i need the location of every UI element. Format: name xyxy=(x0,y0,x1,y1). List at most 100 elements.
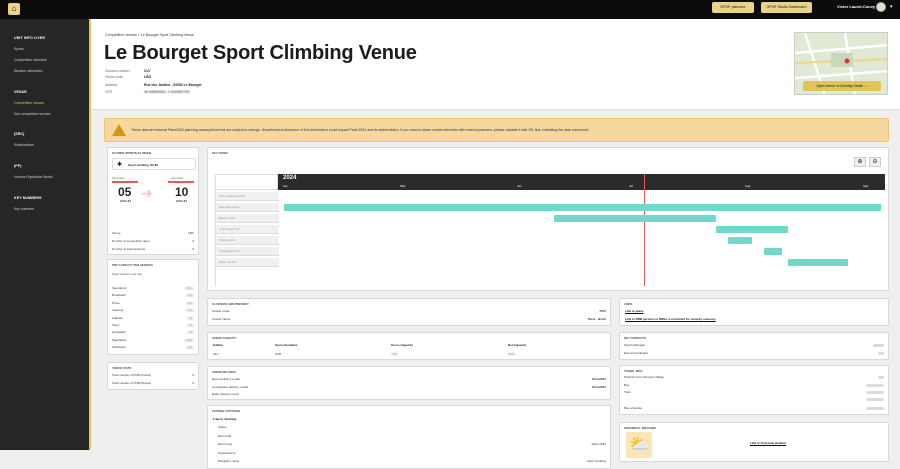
sidebar-item-competition-venues[interactable]: Competition venues xyxy=(14,101,44,105)
stat-row: Total number of FOB (blocks) 0 xyxy=(112,373,194,377)
sport-name: Sport climbing (CLB) xyxy=(128,163,158,167)
sidebar: UNIT INFO LIVER Sports Competition sched… xyxy=(0,19,91,450)
gantt-month: Jul xyxy=(629,184,633,188)
contact-row: Sports Manager · · · · · xyxy=(624,343,884,347)
sport-chip[interactable]: ✱ Sport climbing (CLB) xyxy=(112,158,196,170)
sidebar-section-header: (PP) xyxy=(14,164,22,168)
travel-info-card: Travel info Distance from Olympic Villag… xyxy=(619,365,889,415)
card-label: Key dates xyxy=(212,151,228,155)
gantt-header: 2024 Apr May Jun Jul Aug Sep xyxy=(215,174,885,190)
pnc-row: Athletes 68 xyxy=(112,315,194,320)
gantt-body: Non exclusive period Exclusive period Bump… xyxy=(215,174,885,286)
links-card: Links Link to plans Link to DRB (Access … xyxy=(619,298,889,326)
key-contacts-card: Key contacts Sports Manager · · · · · Eve… xyxy=(619,332,889,360)
capacity-cell: 7000 xyxy=(391,352,398,356)
gantt-bar[interactable] xyxy=(764,248,782,255)
event-row: Event title xyxy=(218,433,232,438)
avatar[interactable] xyxy=(876,2,886,12)
sidebar-item-sports[interactable]: Sports xyxy=(14,47,24,51)
capacity-header: Sport discipline xyxy=(275,343,298,347)
sidebar-item-key-numbers[interactable]: Key numbers xyxy=(14,207,34,211)
zoom-out-icon[interactable]: ⊖ xyxy=(869,157,881,167)
gantt-month: May xyxy=(400,184,406,188)
gantt-bar[interactable] xyxy=(554,215,716,222)
olympic-sports-card: Olympic sports at venue ✱ Sport climbing… xyxy=(107,147,199,255)
testing-activities-card: Testing activities ▾ Sport climbing Stat… xyxy=(207,405,611,469)
capacity-header: Gross Capacity xyxy=(391,343,414,347)
warning-banner: These data are internal Paris2024 planni… xyxy=(104,118,889,142)
today-line xyxy=(644,174,645,286)
sidebar-section-header: KEY NUMBERS xyxy=(14,196,42,200)
pnc-subtitle: Peak sessions per day xyxy=(112,272,143,276)
gantt-row-label: Bump-out OLY xyxy=(216,258,279,267)
card-label: Testing activities xyxy=(212,409,241,413)
gantt-bar[interactable] xyxy=(284,204,881,211)
first-date-label: First date xyxy=(112,176,125,180)
top-bar: ⌂ OPOF planneur OPOF Studio Dashboard Vi… xyxy=(0,0,900,19)
arrow-right-icon: ➜ xyxy=(141,185,153,201)
home-icon[interactable]: ⌂ xyxy=(8,3,20,15)
card-label: Historical weather xyxy=(624,426,656,430)
gantt-bar[interactable] xyxy=(716,226,788,233)
breadcrumb[interactable]: Competition venues > Le Bourget Sport Cl… xyxy=(105,33,194,37)
sidebar-item-population-model[interactable]: Venues Population Model xyxy=(14,175,52,179)
gantt-bar[interactable] xyxy=(788,259,848,266)
event-sport[interactable]: ▾ Sport climbing xyxy=(213,417,236,421)
chevron-down-icon[interactable]: ▾ xyxy=(890,4,893,10)
card-label: Venue stats xyxy=(112,366,132,370)
contact-row: Event Coordinator · · xyxy=(624,351,884,355)
warning-icon xyxy=(112,124,126,136)
sidebar-section-header: UNIT INFO LIVER xyxy=(14,36,46,40)
sidebar-item-competition-schedule[interactable]: Competition schedule xyxy=(14,58,47,62)
delivery-row: Event delivery model Paris2024 xyxy=(212,377,606,381)
card-label: PNC capacity per session xyxy=(112,263,153,267)
pnc-row: Team 10 xyxy=(112,323,194,327)
weather-link[interactable]: Link to historical weather xyxy=(750,441,786,445)
sidebar-item-session-schedules[interactable]: Session schedules xyxy=(14,69,42,73)
travel-row: Bus · · · · · · · · · xyxy=(624,383,884,387)
delivery-row: Entity delivery name xyxy=(212,392,240,396)
stat-row: Number of competition days 6 xyxy=(112,239,194,243)
card-label: Clusters and precinct xyxy=(212,302,249,306)
pnc-row: Catering 750 xyxy=(112,308,194,313)
stat-row: Number of total sessions 6 xyxy=(112,247,194,251)
gantt-year: 2024 xyxy=(283,175,297,181)
pnc-row: Press 200 xyxy=(112,300,194,305)
cluster-card: Clusters and precinct Cluster Code PRC Cl… xyxy=(207,298,611,326)
pnc-row: Hospitality 38 xyxy=(112,330,194,335)
venue-header: Competition venues > Le Bourget Sport Cl… xyxy=(91,19,900,110)
main-content: Competition venues > Le Bourget Sport Cl… xyxy=(91,19,900,469)
gantt-bar[interactable] xyxy=(728,237,752,244)
open-map-button[interactable]: Open venue in OneMap Studio → xyxy=(803,81,881,91)
weather-icon: ⛅ xyxy=(626,432,652,458)
pnc-row: Broadcast 450 xyxy=(112,293,194,298)
travel-row: Bus schedule · · · · · · · · · xyxy=(624,406,884,410)
last-date-label: Last date xyxy=(171,176,184,180)
link-drb[interactable]: Link to DRB (Access to DRBs is restricte… xyxy=(625,317,716,321)
user-name: Victor Lauret-Couvy xyxy=(837,4,876,9)
sidebar-item-stakeholders[interactable]: Stakeholders xyxy=(14,143,34,147)
zoom-in-icon[interactable]: ⊕ xyxy=(854,157,866,167)
gantt-row-label: Competition OLY xyxy=(216,247,279,256)
card-label: Links xyxy=(624,302,633,306)
event-row: Status xyxy=(218,425,227,429)
studio-dashboard-button[interactable]: OPOF Studio Dashboard xyxy=(761,2,812,13)
page-title: Le Bourget Sport Climbing Venue xyxy=(104,42,417,64)
gantt-month: Apr xyxy=(283,184,288,188)
stat-row: Venue LBO xyxy=(112,231,194,235)
event-row: Discipline name Sport climbing xyxy=(218,459,606,463)
link-plans[interactable]: Link to plans xyxy=(625,309,644,313)
last-date-day: 10 xyxy=(175,185,189,199)
gantt-month: Jun xyxy=(517,184,522,188)
opof-planneur-button[interactable]: OPOF planneur xyxy=(712,2,754,13)
venue-map[interactable]: Open venue in OneMap Studio → xyxy=(794,32,888,95)
capacity-cell: CLB xyxy=(275,352,281,356)
gantt-row-label: Exclusive period xyxy=(216,203,279,212)
climbing-icon: ✱ xyxy=(117,162,123,168)
travel-row: Train · · · · · · · · · xyxy=(624,390,884,394)
sidebar-item-non-competition-venues[interactable]: Non competition venues xyxy=(14,112,50,116)
event-row: Event type Paris 2024 xyxy=(218,442,606,446)
sidebar-section-header: (SRC) xyxy=(14,132,25,136)
card-label: Travel info xyxy=(624,369,643,373)
gantt-month: Sep xyxy=(863,184,869,188)
